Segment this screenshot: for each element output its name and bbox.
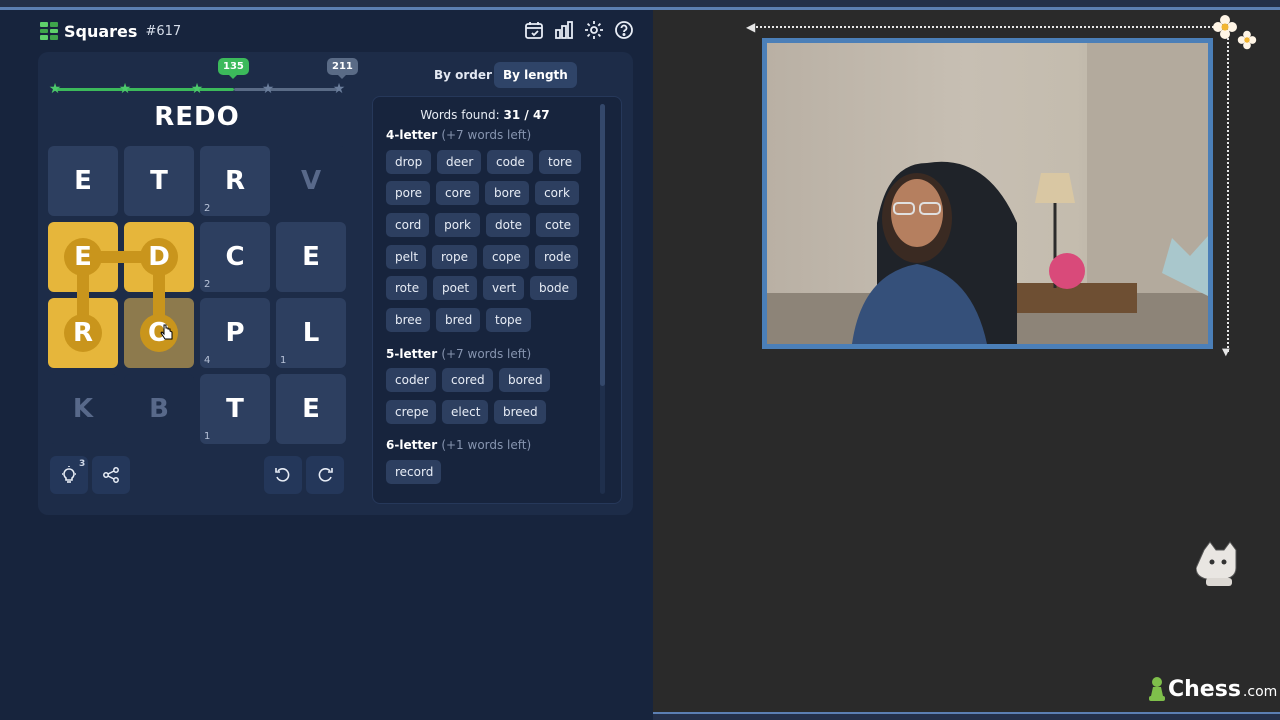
tile[interactable]: E [276,374,346,444]
tile[interactable]: E [276,222,346,292]
app-brand: Squares #617 [40,20,181,42]
word-chip[interactable]: deer [437,150,481,174]
word-chip[interactable]: cord [386,213,429,237]
word-chip[interactable]: cote [536,213,579,237]
arrow-left-icon: ◀ [746,20,756,34]
letter-grid: E T R2 V E D C2 E R O P4 L1 K B T1 E [48,146,348,446]
word-chip[interactable]: bred [436,308,480,332]
word-chip[interactable]: poet [433,276,477,300]
word-chip[interactable]: breed [494,400,546,424]
current-word: REDO [154,102,240,132]
progress-track [234,88,340,91]
watermark-domain: .com [1242,684,1278,700]
gear-icon[interactable] [582,18,606,42]
rotate-left-button[interactable] [264,456,302,494]
word-chip[interactable]: drop [386,150,431,174]
sort-by-order-tab[interactable]: By order [426,62,500,88]
milestone-star-icon: ★ [190,81,204,97]
word-chip[interactable]: tope [486,308,531,332]
hand-cursor-icon [160,324,174,346]
word-chip[interactable]: elect [442,400,488,424]
milestone-star-icon: ★ [332,81,346,97]
section-title: 6-letter (+1 words left) [386,438,532,452]
tile[interactable]: T [124,146,194,216]
section-title: 5-letter (+7 words left) [386,347,532,361]
milestone-star-icon: ★ [118,81,132,97]
tile[interactable]: B [124,374,194,444]
puzzle-number: #617 [145,23,182,39]
word-chip[interactable]: record [386,460,441,484]
tile[interactable]: C2 [200,222,270,292]
score-progress: ★ ★ ★ ★ ★ 135 211 [48,58,358,98]
rotate-right-icon [318,468,333,482]
word-chip[interactable]: code [487,150,533,174]
header-icons [522,18,636,42]
score-badge: 135 [218,58,249,79]
word-chip[interactable]: rote [386,276,427,300]
word-chip[interactable]: pore [386,181,430,205]
top-strip [0,0,1280,10]
word-chip[interactable]: tore [539,150,581,174]
rotate-left-icon [275,468,290,482]
milestone-star-icon: ★ [261,81,275,97]
tile[interactable]: T1 [200,374,270,444]
share-icon [103,467,119,483]
calendar-icon[interactable] [522,18,546,42]
chess-com-watermark: Chess .com [1148,676,1277,702]
flower-icon [1237,30,1257,54]
tile[interactable]: P4 [200,298,270,368]
scrollbar-thumb[interactable] [600,104,605,386]
decorative-dotted-line [1227,26,1229,352]
word-chip[interactable]: bode [530,276,577,300]
words-found: Words found: 31 / 47 [420,108,550,122]
decorative-dotted-line [752,26,1230,28]
stats-icon[interactable] [552,18,576,42]
tile[interactable]: K [48,374,118,444]
word-chip[interactable]: cork [535,181,579,205]
word-chip[interactable]: pork [435,213,480,237]
lightbulb-icon [62,466,76,483]
rotate-right-button[interactable] [306,456,344,494]
word-chip[interactable]: rode [535,245,578,269]
section-title: 4-letter (+7 words left) [386,128,532,142]
app-name: Squares [64,21,138,41]
help-icon[interactable] [612,18,636,42]
word-chip[interactable]: coder [386,368,436,392]
word-chip[interactable]: vert [483,276,524,300]
cat-sticker-icon [1195,540,1240,592]
milestone-star-icon: ★ [48,81,62,97]
word-chip[interactable]: crepe [386,400,436,424]
tile[interactable]: V [276,146,346,216]
webcam-video [767,43,1208,344]
bottom-strip [653,712,1280,720]
progress-fill [54,88,234,91]
watermark-brand: Chess [1168,676,1241,702]
sort-by-length-tab[interactable]: By length [494,62,577,88]
max-score-badge: 211 [327,58,358,79]
share-button[interactable] [92,456,130,494]
word-chip[interactable]: pelt [386,245,426,269]
word-chip[interactable]: bored [499,368,550,392]
word-chip[interactable]: rope [432,245,477,269]
word-chip[interactable]: cored [442,368,493,392]
word-chip[interactable]: bore [485,181,529,205]
pawn-icon [1149,677,1165,701]
flower-icon [1212,14,1238,44]
squares-logo-icon [40,22,58,40]
tile[interactable]: R2 [200,146,270,216]
arrow-down-icon: ▼ [1222,347,1230,358]
word-chip[interactable]: cope [483,245,529,269]
tile[interactable]: L1 [276,298,346,368]
tile[interactable]: E [48,146,118,216]
word-chip[interactable]: bree [386,308,430,332]
hint-count: 3 [79,459,86,469]
word-chip[interactable]: core [436,181,479,205]
word-chip[interactable]: dote [486,213,530,237]
